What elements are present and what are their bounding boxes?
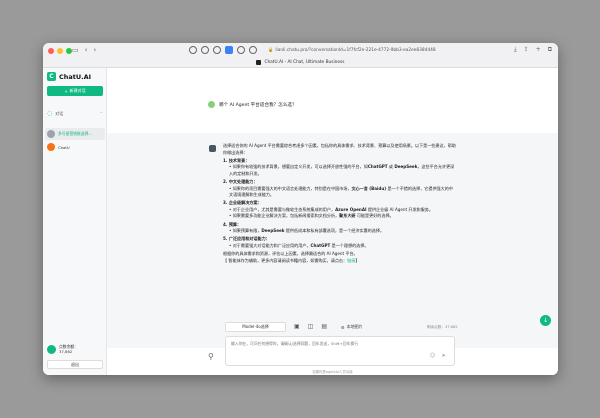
back-icon[interactable]: ‹ [85,46,88,55]
points-balance: 点数余额： 37,862 [47,341,103,357]
answer-bullet: • 对于需要强大对话能力和广泛应用的用户，ChatGPT 是一个理想的选择。 [229,242,369,248]
tab-favicon-icon [256,60,262,65]
send-icon[interactable]: ➤ [441,353,446,359]
avatar [47,143,55,151]
extension-icon[interactable] [213,46,221,54]
input-actions: ☺ ➤ [430,353,446,359]
avatar [47,130,55,138]
window-controls [48,48,72,54]
upload-button[interactable]: ⚙ 本地图片 [341,324,363,330]
browser-actions: ⤓ ⇪ + ⧉ [514,46,552,54]
message-input[interactable] [231,341,421,346]
user-message: 哪个 AI Agent 平台适合我？怎么选？ [208,101,297,108]
app-logo[interactable]: C ChatU.AI [47,72,91,81]
briefcase-icon[interactable]: ◫ [308,323,314,330]
image-icon[interactable]: ▣ [294,323,300,330]
logout-button[interactable]: 退出 [47,360,103,369]
lock-icon: 🔒 [268,48,274,53]
answer-heading: 2. 中文处理能力： [223,178,258,184]
close-window-button[interactable] [48,48,54,54]
tab-title: ChatU.AI - AI Chat, Ultimate Business [264,60,345,65]
answer-intro: 选择适合你的 AI Agent 平台需要综合考虑多个因素，包括你的具体需求、技术… [223,143,456,155]
extension-icon[interactable] [249,46,257,54]
extension-icon[interactable] [225,46,233,54]
gear-icon: ⚙ [341,324,345,330]
chat-logo-icon: C [47,72,56,81]
browser-toolbar: ▭ ‹ › 🔒 lianli.chatu.pro/?conversationId… [43,43,558,68]
share-icon[interactable]: ⇪ [524,46,529,54]
answer-heading: 3. 企业级解决方案： [223,200,262,206]
conversation-label: 多号星营销推选择... [58,131,92,136]
composer-tools: ▣ ◫ ▤ [294,323,327,330]
url-text: lianli.chatu.pro/?conversationId=1f7fcf2… [275,48,436,53]
conversation-item[interactable]: ChatU [45,141,105,153]
chevron-up-icon: ⌃ [99,111,103,116]
model-select-button[interactable]: Model-4o选择 [225,322,286,332]
extensions-bar [189,46,257,54]
coin-icon [47,344,56,354]
extension-icon[interactable] [201,46,209,54]
plus-icon: + [64,88,68,94]
assistant-avatar [209,145,216,152]
emoji-icon[interactable]: ☺ [430,353,436,359]
points-counter: 剩余点数：37,862 [427,325,458,329]
sidebar-toggle-icon[interactable]: ▭ [72,46,79,55]
minimize-window-button[interactable] [57,48,63,54]
chat-bubble-icon: ◌ [47,110,53,117]
browser-window: ▭ ‹ › 🔒 lianli.chatu.pro/?conversationId… [43,43,558,375]
answer-bullet: • 如果需要多功能企业解决方案，包括新闻搜索和文档分析，聚东大研 可能是更好的选… [229,213,394,219]
user-icon: ⚲ [208,352,214,361]
tab-overview-icon[interactable]: ⧉ [548,46,552,54]
upload-label: 本地图片 [346,324,363,329]
new-chat-label: 新建对话 [69,88,86,93]
message-input-box: ☺ ➤ [225,336,455,366]
user-avatar [208,101,215,108]
extension-icon[interactable] [237,46,245,54]
floating-action-button[interactable]: ↓ [540,315,551,326]
conversation-section-header[interactable]: ◌ 对话 ⌃ [47,110,103,117]
conversation-label: ChatU [58,144,70,150]
download-icon[interactable]: ⤓ [514,46,517,54]
conversation-item[interactable]: 多号星营销推选择... [45,128,105,140]
app-name: ChatU.AI [59,72,92,81]
answer-bullet: • 如果你的项目需要强大的中文语言处理能力，特别是在中国市场，文心一言 (Bai… [229,185,453,198]
address-bar[interactable]: 🔒 lianli.chatu.pro/?conversationId=1f7fc… [268,46,436,55]
new-tab-icon[interactable]: + [536,46,541,54]
answer-bullet: • 如果预算有限，DeepSeek 提供低成本和私有部署选项，是一个经济实惠的选… [229,228,385,234]
forward-icon[interactable]: › [93,46,96,55]
assistant-answer: 选择适合你的 AI Agent 平台需要综合考虑多个因素，包括你的具体需求、技术… [223,143,457,265]
browser-nav: ▭ ‹ › [72,46,96,55]
question-text: 哪个 AI Agent 平台适合我？怎么选？ [219,102,297,108]
answer-closing: 根据你的具体需求和资源，评估以上因素，选择最适合的 AI Agent 平台。 [223,251,358,257]
answer-heading: 5. 广泛应用和对话能力： [223,236,270,242]
footer-text: 如果你是agentAI人员对接 [312,370,353,374]
extension-icon[interactable] [189,46,197,54]
section-label: 对话 [55,110,64,116]
gift-icon[interactable]: ▤ [321,323,327,330]
new-chat-button[interactable]: + 新建对话 [47,86,103,96]
points-value: 37,862 [59,349,73,354]
sidebar: C ChatU.AI + 新建对话 ◌ 对话 ⌃ 多号星营销推选择... Cha… [43,68,107,375]
active-tab[interactable]: ChatU.AI - AI Chat, Ultimate Business [43,57,558,68]
answer-note: 【 智能体作为辅助，更多内容请阅读书籍内容，如需购买，请点击：链接】 [223,258,360,263]
answer-bullet: • 如果你有较强的技术背景，想要自定义开发，可以选择开放性强的平台，如ChatG… [229,164,455,176]
